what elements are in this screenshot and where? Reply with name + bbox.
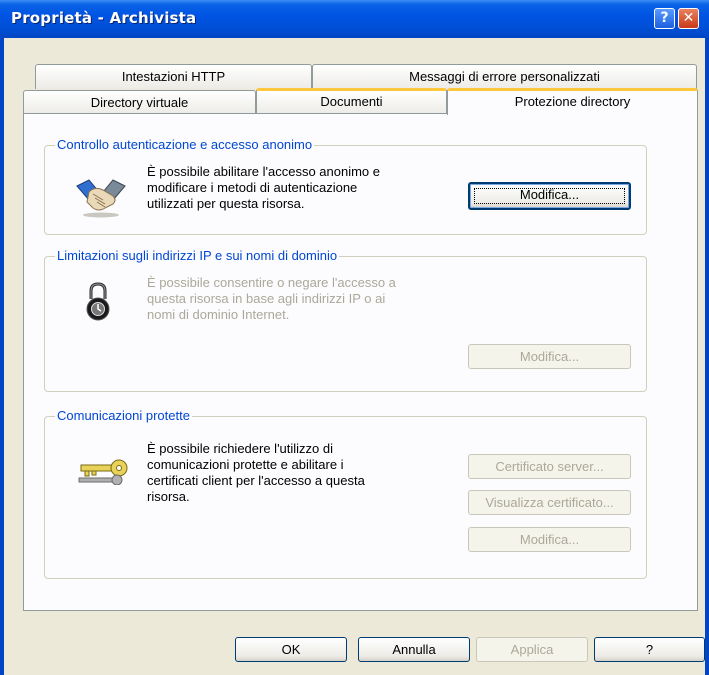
ip-desc-line-3: nomi di dominio Internet. xyxy=(147,307,290,322)
close-icon: ✕ xyxy=(682,10,695,26)
key-icon xyxy=(78,459,128,485)
apply-button[interactable]: Applica xyxy=(476,637,588,662)
padlock-icon xyxy=(86,282,110,321)
secure-desc-line-2: comunicazioni protette e abilitare i xyxy=(147,457,344,472)
server-certificate-button[interactable]: Certificato server... xyxy=(468,454,631,479)
auth-desc-line-2: modificare i metodi di autenticazione xyxy=(147,180,358,195)
title-bar[interactable]: Proprietà - Archivista ? ✕ xyxy=(0,0,709,38)
ip-desc-line-2: questa risorsa in base agli indirizzi IP… xyxy=(147,291,386,306)
auth-edit-button[interactable]: Modifica... xyxy=(468,182,631,210)
view-certificate-button[interactable]: Visualizza certificato... xyxy=(468,490,631,515)
window-title: Proprietà - Archivista xyxy=(11,9,197,27)
tab-protezione-directory[interactable]: Protezione directory xyxy=(447,88,698,115)
auth-group-title: Controllo autenticazione e accesso anoni… xyxy=(55,137,315,152)
secure-edit-button[interactable]: Modifica... xyxy=(468,527,631,552)
window-frame-right xyxy=(705,38,709,675)
secure-desc-line-1: È possibile richiedere l'utilizzo di xyxy=(147,441,334,456)
ip-edit-button[interactable]: Modifica... xyxy=(468,344,631,369)
help-icon: ? xyxy=(660,10,669,26)
secure-description: È possibile richiedere l'utilizzo di com… xyxy=(147,441,365,505)
ok-button[interactable]: OK xyxy=(235,637,347,662)
auth-group: Controllo autenticazione e accesso anoni… xyxy=(44,137,647,235)
tab-directory-virtuale[interactable]: Directory virtuale xyxy=(23,90,256,114)
secure-desc-line-4: risorsa. xyxy=(147,489,190,504)
ip-desc-line-1: È possibile consentire o negare l'access… xyxy=(147,275,396,290)
secure-desc-line-3: certificati client per l'accesso a quest… xyxy=(147,473,365,488)
ip-description: È possibile consentire o negare l'access… xyxy=(147,275,396,323)
handshake-icon xyxy=(76,179,126,218)
close-button[interactable]: ✕ xyxy=(678,8,699,29)
secure-group-title: Comunicazioni protette xyxy=(55,408,192,423)
tab-intestazioni-http[interactable]: Intestazioni HTTP xyxy=(35,64,312,89)
tab-messaggi-errore[interactable]: Messaggi di errore personalizzati xyxy=(312,64,697,89)
window-frame-left xyxy=(0,38,4,675)
ip-group: Limitazioni sugli indirizzi IP e sui nom… xyxy=(44,248,647,392)
tab-panel: Controllo autenticazione e accesso anoni… xyxy=(23,113,698,611)
help-button[interactable]: ? xyxy=(594,637,705,662)
auth-description: È possibile abilitare l'accesso anonimo … xyxy=(147,164,380,212)
cancel-button[interactable]: Annulla xyxy=(358,637,470,662)
ip-group-title: Limitazioni sugli indirizzi IP e sui nom… xyxy=(55,248,340,263)
auth-desc-line-3: utilizzati per questa risorsa. xyxy=(147,196,305,211)
help-title-button[interactable]: ? xyxy=(654,8,675,29)
secure-group: Comunicazioni protette È possibile richi… xyxy=(44,408,647,579)
auth-desc-line-1: È possibile abilitare l'accesso anonimo … xyxy=(147,164,380,179)
properties-dialog: Proprietà - Archivista ? ✕ Intestazioni … xyxy=(0,0,709,675)
focus-rectangle xyxy=(474,188,625,204)
tab-documenti[interactable]: Documenti xyxy=(256,88,447,114)
